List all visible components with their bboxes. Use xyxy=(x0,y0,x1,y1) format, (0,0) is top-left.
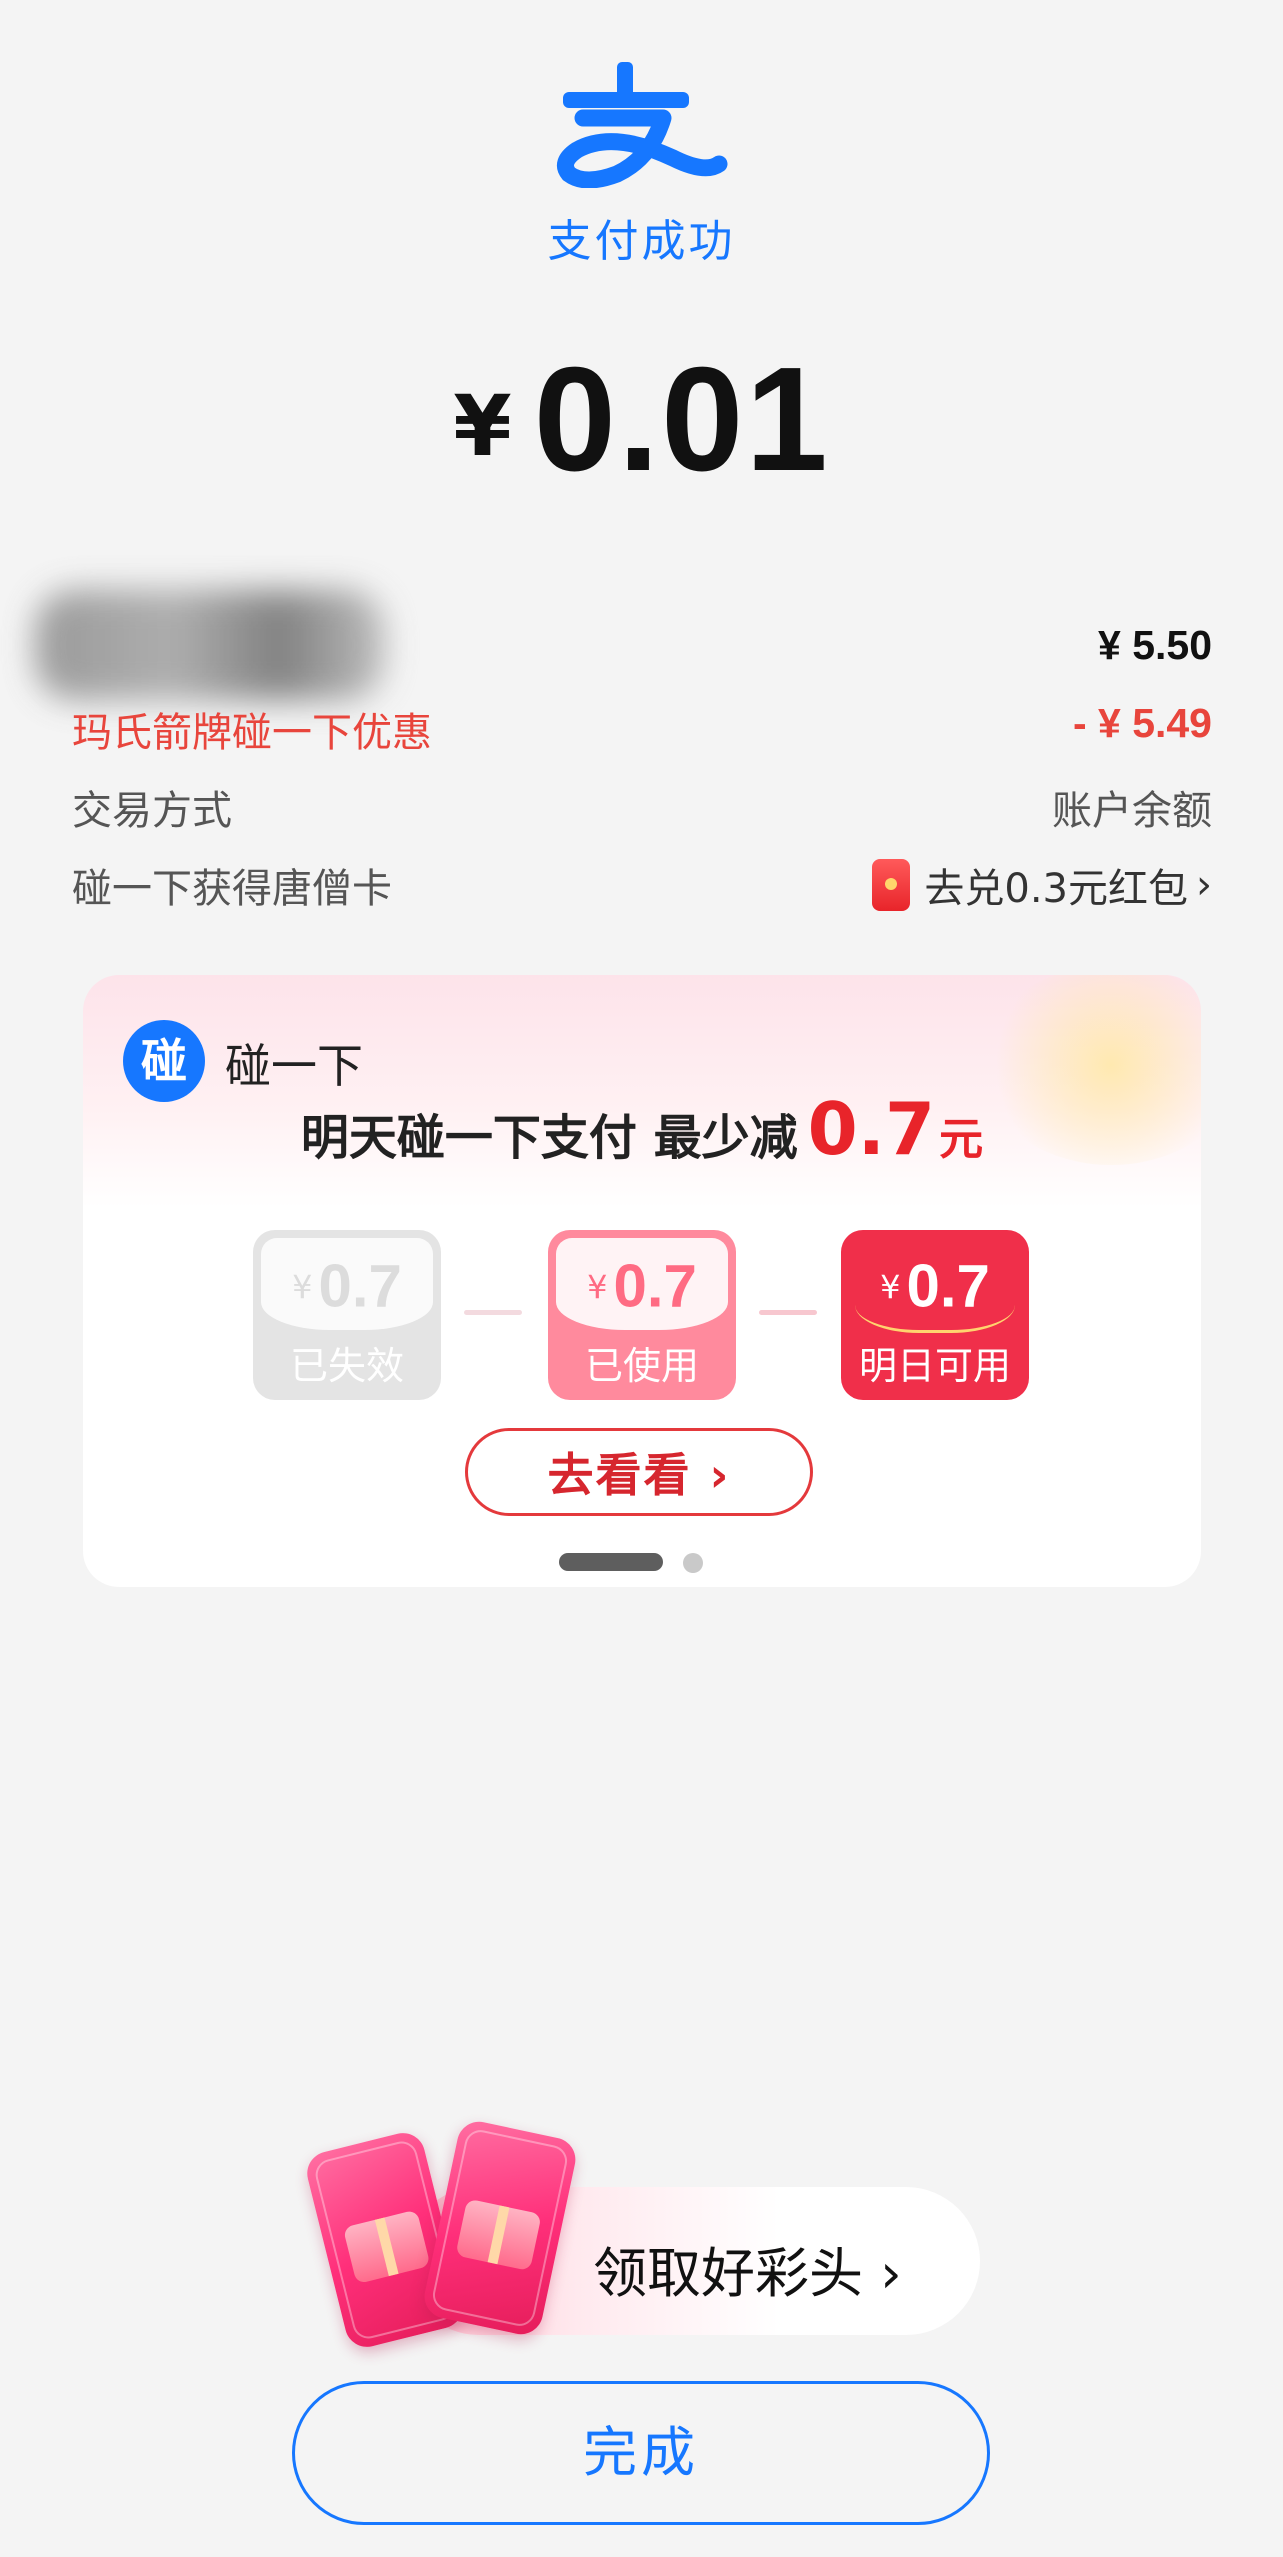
promo-headline: 明天碰一下支付 最少减 0.7元 xyxy=(83,1087,1201,1171)
payment-amount: ¥0.01 xyxy=(0,335,1283,505)
redeem-red-packet-link[interactable]: 去兑0.3元红包 › xyxy=(872,856,1212,914)
tap-pay-promo-card[interactable]: 碰 碰一下 明天碰一下支付 最少减 0.7元 ¥0.7 已失效 ¥0.7 已使用 … xyxy=(83,975,1201,1587)
coupon-currency: ¥ xyxy=(880,1267,901,1306)
amount-value: 0.01 xyxy=(533,337,830,502)
coupon-used: ¥0.7 已使用 xyxy=(548,1230,736,1400)
coupon-value: 0.7 xyxy=(318,1252,402,1320)
coupon-status: 已失效 xyxy=(289,1344,404,1388)
reward-card-label: 碰一下获得唐僧卡 xyxy=(72,866,392,912)
payment-method-label: 交易方式 xyxy=(72,788,232,834)
coupon-expired: ¥0.7 已失效 xyxy=(253,1230,441,1400)
coupon-available-tomorrow: ¥0.7 明日可用 xyxy=(841,1230,1029,1400)
coupon-currency: ¥ xyxy=(292,1267,313,1306)
payment-method-row: 交易方式 账户余额 xyxy=(72,778,1212,842)
coupon-currency: ¥ xyxy=(587,1267,608,1306)
gift-box-icon xyxy=(342,2209,431,2285)
reward-card-row: 碰一下获得唐僧卡 去兑0.3元红包 › xyxy=(72,856,1212,920)
carousel-dot-active[interactable] xyxy=(559,1553,663,1571)
carousel-dot[interactable] xyxy=(683,1553,703,1573)
lucky-gift-label: 领取好彩头 › xyxy=(593,2242,902,2305)
discount-value: - ¥ 5.49 xyxy=(1072,700,1212,746)
alipay-logo-icon xyxy=(556,62,728,188)
promo-headline-value: 0.7 xyxy=(807,1087,936,1171)
chevron-right-icon: › xyxy=(1196,862,1212,908)
view-promo-button[interactable]: 去看看 › xyxy=(465,1428,813,1516)
price-row: ¥ 5.50 xyxy=(72,622,1212,686)
coupon-value: 0.7 xyxy=(906,1252,990,1320)
coupon-value: 0.7 xyxy=(613,1252,697,1320)
red-packet-icon xyxy=(872,859,911,911)
discount-label: 玛氏箭牌碰一下优惠 xyxy=(72,710,432,756)
promo-headline-unit: 元 xyxy=(939,1114,984,1165)
payment-status-label: 支付成功 xyxy=(547,216,736,267)
original-price: ¥ 5.50 xyxy=(1098,622,1212,668)
payment-method-value: 账户余额 xyxy=(1052,788,1212,834)
coupon-status: 已使用 xyxy=(584,1344,699,1388)
gift-box-icon xyxy=(455,2198,542,2272)
discount-row: 玛氏箭牌碰一下优惠 - ¥ 5.49 xyxy=(72,700,1212,764)
done-button[interactable]: 完成 xyxy=(292,2381,990,2525)
coupon-connector xyxy=(759,1310,817,1315)
redeem-red-packet-text: 去兑0.3元红包 xyxy=(924,866,1188,912)
coupon-connector xyxy=(464,1310,522,1315)
promo-headline-text: 明天碰一下支付 最少减 xyxy=(300,1110,798,1166)
coupon-status: 明日可用 xyxy=(858,1344,1011,1388)
currency-symbol: ¥ xyxy=(453,377,512,475)
